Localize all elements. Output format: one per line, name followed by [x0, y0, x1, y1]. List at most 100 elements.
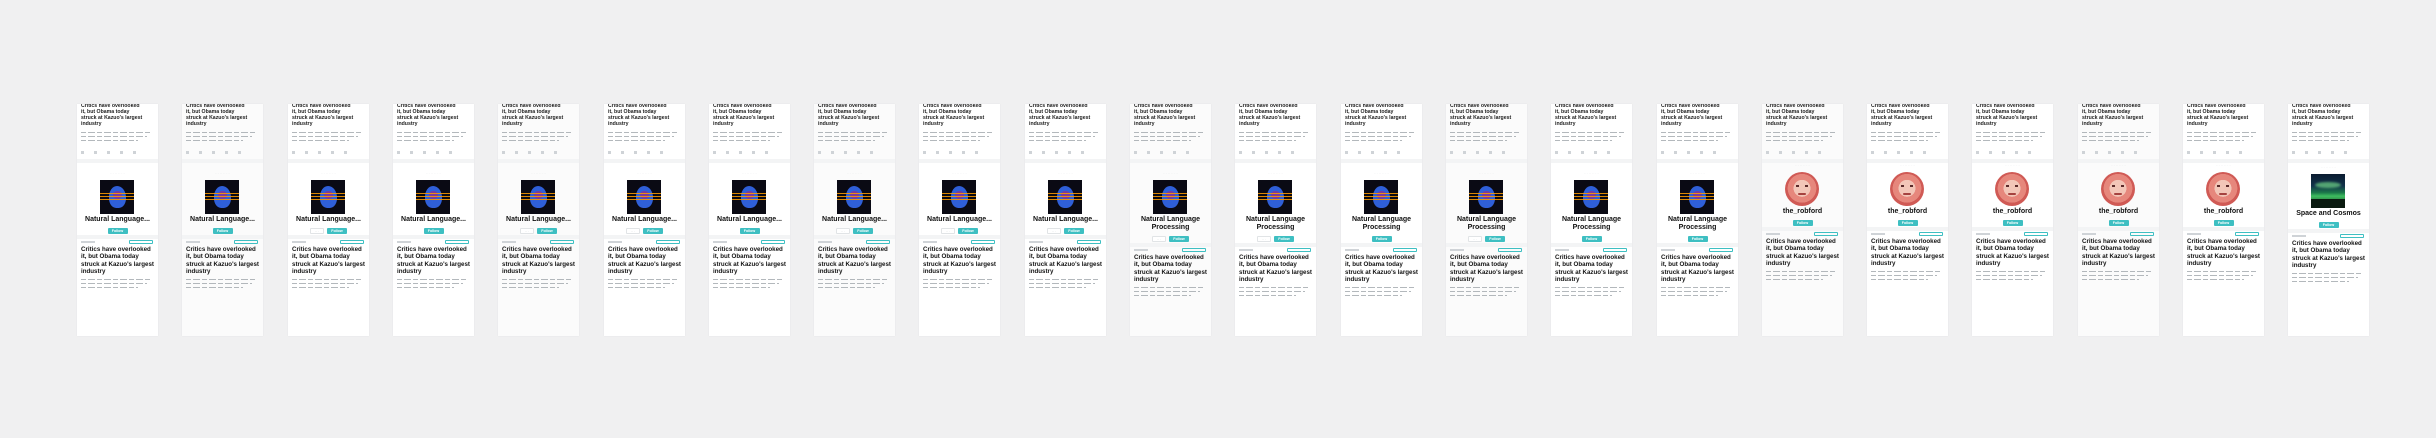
headline-top[interactable]: Critics have overlooked it, but Obama to…: [2082, 104, 2154, 127]
profile-name[interactable]: Natural Language...: [79, 216, 156, 224]
profile-name[interactable]: the_robford: [2185, 208, 2262, 216]
follow-button[interactable]: Follow: [327, 228, 347, 234]
article-headline[interactable]: Critics have overlooked it, but Obama to…: [1029, 246, 1103, 276]
article-headline[interactable]: Critics have overlooked it, but Obama to…: [186, 246, 260, 276]
portrait-icon[interactable]: [1785, 172, 1819, 206]
article-headline[interactable]: Critics have overlooked it, but Obama to…: [2187, 238, 2261, 268]
headline-top[interactable]: Critics have overlooked it, but Obama to…: [608, 104, 680, 127]
brain-icon[interactable]: [100, 180, 134, 214]
aurora-icon[interactable]: [2311, 174, 2345, 208]
brain-icon[interactable]: [732, 180, 766, 214]
post-actions[interactable]: [397, 151, 457, 154]
portrait-icon[interactable]: [1890, 172, 1924, 206]
follow-button[interactable]: Follow: [739, 228, 760, 234]
brain-icon[interactable]: [942, 180, 976, 214]
post-actions[interactable]: [1871, 151, 1931, 154]
profile-name[interactable]: the_robford: [1764, 208, 1841, 216]
brain-icon[interactable]: [205, 180, 239, 214]
headline-top[interactable]: Critics have overlooked it, but Obama to…: [1555, 104, 1627, 127]
profile-name[interactable]: Natural Language...: [816, 216, 893, 224]
post-actions[interactable]: [1345, 151, 1405, 154]
brain-icon[interactable]: [1680, 180, 1714, 214]
follow-button[interactable]: Follow: [2108, 220, 2129, 226]
headline-top[interactable]: Critics have overlooked it, but Obama to…: [81, 104, 153, 127]
headline-top[interactable]: Critics have overlooked it, but Obama to…: [2187, 104, 2259, 127]
follow-button[interactable]: Follow: [853, 228, 873, 234]
article-headline[interactable]: Critics have overlooked it, but Obama to…: [1766, 238, 1840, 268]
article-headline[interactable]: Critics have overlooked it, but Obama to…: [1661, 254, 1735, 284]
headline-top[interactable]: Critics have overlooked it, but Obama to…: [1871, 104, 1943, 127]
follow-button[interactable]: Follow: [643, 228, 663, 234]
follow-button[interactable]: Follow: [2318, 222, 2339, 228]
follow-button[interactable]: Follow: [2213, 220, 2234, 226]
follow-button[interactable]: Follow: [1169, 236, 1189, 242]
post-actions[interactable]: [292, 151, 352, 154]
follow-button[interactable]: Follow: [1897, 220, 1918, 226]
headline-top[interactable]: Critics have overlooked it, but Obama to…: [292, 104, 364, 127]
post-actions[interactable]: [818, 151, 878, 154]
article-headline[interactable]: Critics have overlooked it, but Obama to…: [713, 246, 787, 276]
headline-top[interactable]: Critics have overlooked it, but Obama to…: [1029, 104, 1101, 127]
post-actions[interactable]: [608, 151, 668, 154]
brain-icon[interactable]: [1258, 180, 1292, 214]
post-actions[interactable]: [502, 151, 562, 154]
post-actions[interactable]: [1661, 151, 1721, 154]
post-actions[interactable]: [1976, 151, 2036, 154]
profile-name[interactable]: Natural Language...: [711, 216, 788, 224]
headline-top[interactable]: Critics have overlooked it, but Obama to…: [818, 104, 890, 127]
headline-top[interactable]: Critics have overlooked it, but Obama to…: [1450, 104, 1522, 127]
profile-name[interactable]: Natural Language...: [395, 216, 472, 224]
brain-icon[interactable]: [627, 180, 661, 214]
follow-button[interactable]: Follow: [1792, 220, 1813, 226]
follow-button[interactable]: Follow: [1485, 236, 1505, 242]
article-headline[interactable]: Critics have overlooked it, but Obama to…: [292, 246, 366, 276]
headline-top[interactable]: Critics have overlooked it, but Obama to…: [502, 104, 574, 127]
headline-top[interactable]: Critics have overlooked it, but Obama to…: [397, 104, 469, 127]
profile-name[interactable]: Natural Language Processing: [1237, 216, 1314, 232]
article-headline[interactable]: Critics have overlooked it, but Obama to…: [1555, 254, 1629, 284]
post-actions[interactable]: [1766, 151, 1826, 154]
headline-top[interactable]: Critics have overlooked it, but Obama to…: [1345, 104, 1417, 127]
post-actions[interactable]: [1450, 151, 1510, 154]
article-headline[interactable]: Critics have overlooked it, but Obama to…: [397, 246, 471, 276]
follow-button[interactable]: Follow: [1581, 236, 1602, 242]
article-headline[interactable]: Critics have overlooked it, but Obama to…: [502, 246, 576, 276]
headline-top[interactable]: Critics have overlooked it, but Obama to…: [1766, 104, 1838, 127]
headline-top[interactable]: Critics have overlooked it, but Obama to…: [1134, 104, 1206, 127]
headline-top[interactable]: Critics have overlooked it, but Obama to…: [1239, 104, 1311, 127]
follow-button[interactable]: Follow: [537, 228, 557, 234]
post-actions[interactable]: [713, 151, 773, 154]
profile-name[interactable]: Natural Language Processing: [1343, 216, 1420, 232]
follow-button[interactable]: Follow: [212, 228, 233, 234]
brain-icon[interactable]: [416, 180, 450, 214]
profile-name[interactable]: Natural Language Processing: [1132, 216, 1209, 232]
headline-top[interactable]: Critics have overlooked it, but Obama to…: [2292, 104, 2364, 127]
profile-name[interactable]: Natural Language Processing: [1553, 216, 1630, 232]
brain-icon[interactable]: [521, 180, 555, 214]
headline-top[interactable]: Critics have overlooked it, but Obama to…: [923, 104, 995, 127]
follow-button[interactable]: Follow: [423, 228, 444, 234]
profile-name[interactable]: the_robford: [2080, 208, 2157, 216]
brain-icon[interactable]: [1153, 180, 1187, 214]
follow-button[interactable]: Follow: [107, 228, 128, 234]
brain-icon[interactable]: [1364, 180, 1398, 214]
article-headline[interactable]: Critics have overlooked it, but Obama to…: [1450, 254, 1524, 284]
profile-name[interactable]: Natural Language...: [500, 216, 577, 224]
profile-name[interactable]: the_robford: [1974, 208, 2051, 216]
article-headline[interactable]: Critics have overlooked it, but Obama to…: [1871, 238, 1945, 268]
article-headline[interactable]: Critics have overlooked it, but Obama to…: [2292, 240, 2366, 270]
post-actions[interactable]: [1555, 151, 1615, 154]
profile-name[interactable]: Natural Language...: [921, 216, 998, 224]
dismiss-button[interactable]: ·· ·: [626, 228, 640, 234]
follow-button[interactable]: Follow: [1371, 236, 1392, 242]
brain-icon[interactable]: [837, 180, 871, 214]
dismiss-button[interactable]: ·· ·: [1257, 236, 1271, 242]
article-headline[interactable]: Critics have overlooked it, but Obama to…: [1976, 238, 2050, 268]
post-actions[interactable]: [2187, 151, 2247, 154]
brain-icon[interactable]: [311, 180, 345, 214]
headline-top[interactable]: Critics have overlooked it, but Obama to…: [713, 104, 785, 127]
dismiss-button[interactable]: ·· ·: [520, 228, 534, 234]
article-headline[interactable]: Critics have overlooked it, but Obama to…: [818, 246, 892, 276]
article-headline[interactable]: Critics have overlooked it, but Obama to…: [923, 246, 997, 276]
dismiss-button[interactable]: ·· ·: [1152, 236, 1166, 242]
